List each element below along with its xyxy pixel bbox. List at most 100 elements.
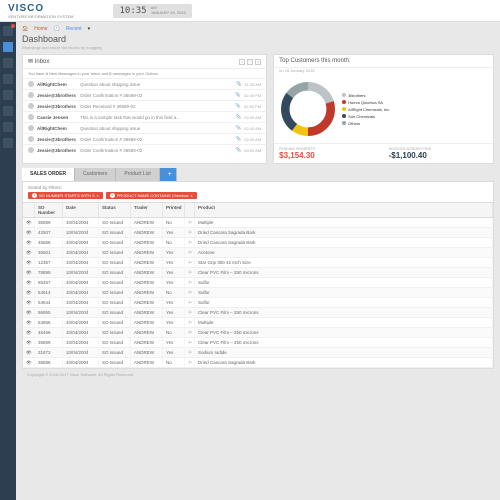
inbox-row[interactable]: Jessie@3brothersOrder Confirmation # 365… [23,89,266,100]
table-row[interactable]: 👁1236710/04/2004SO IssuedANDREWYes⚐Star … [23,258,493,268]
row-eye-icon[interactable]: 👁 [23,308,35,317]
table-row[interactable]: 👁7889910/04/2004SO IssuedANDREWYes⚐Clear… [23,268,493,278]
column-header[interactable]: SO Number [35,203,63,217]
crumb-home[interactable]: Home [34,26,47,32]
panel-close-icon[interactable]: × [255,59,261,65]
row-flag-icon: ⚐ [185,358,195,367]
donut-chart [278,79,338,139]
row-eye-icon[interactable]: 👁 [23,218,35,227]
chip-close-icon[interactable]: × [190,193,192,198]
row-eye-icon[interactable]: 👁 [23,298,35,307]
row-flag-icon: ⚐ [185,238,195,247]
chevron-down-icon[interactable]: ▾ [88,26,91,32]
row-eye-icon[interactable]: 👁 [23,358,35,367]
avatar [28,136,34,142]
tab-product-list[interactable]: Product List [116,168,159,181]
inbox-sender: Cassie Jensen [37,115,77,120]
row-eye-icon[interactable]: 👁 [23,318,35,327]
row-eye-icon[interactable]: 👁 [23,328,35,337]
chip-close-icon[interactable]: × [96,193,98,198]
row-eye-icon[interactable]: 👁 [23,288,35,297]
legend-item: Hueva Qucmica SA [342,100,389,105]
table-row[interactable]: 👁4250710/04/2004SO IssuedANDREWYes⚐Dried… [23,228,493,238]
row-eye-icon[interactable]: 👁 [23,248,35,257]
inbox-row[interactable]: Jessie@3brothersOrder Confirmation # 365… [23,144,266,155]
table-row[interactable]: 👁4566810/04/2004SO IssuedANDREWNo⚐Dried … [23,238,493,248]
logo: VISCO VENTURE INFORMATION SYSTEM [8,3,73,19]
filter-chip[interactable]: 2PRODUCT NAME CONTAINS Chemical× [106,192,197,199]
inbox-row[interactable]: AllRightChemQuestion about shipping issu… [23,122,266,133]
panel-maximize-icon[interactable]: ⛶ [247,59,253,65]
column-header[interactable]: Trader [131,203,163,217]
footer-copyright: Copyright © 2016-2017 Visco Software. Al… [22,369,494,380]
page-title: Dashboard [22,34,494,44]
sidebar-item-reports[interactable] [3,106,13,116]
table-row[interactable]: 👁5491410/04/2004SO IssuedANDREWNo⚐Sulfur [23,288,493,298]
table-row[interactable]: 👁5685510/04/2004SO IssuedANDREWYes⚐Clear… [23,308,493,318]
tab-add-button[interactable]: + [160,168,177,181]
avatar [28,81,34,87]
legend-item: Sun Chemicals [342,114,389,119]
sidebar-item-mail[interactable] [3,74,13,84]
row-eye-icon[interactable]: 👁 [23,258,35,267]
crumb-recent[interactable]: Recent [66,26,82,32]
sidebar-item-alerts[interactable] [3,26,13,36]
inbox-row[interactable]: Jessie@3brothersOrder Received # 36589-0… [23,100,266,111]
inbox-subject: Order Confirmation # 36589-02 [80,137,233,142]
row-eye-icon[interactable]: 👁 [23,278,35,287]
legend-item: Others [342,121,389,126]
table-row[interactable]: 👁3650110/04/2004SO IssuedANDREWYes⚐Aceto… [23,248,493,258]
column-header[interactable]: Status [99,203,131,217]
column-header[interactable] [23,203,35,217]
row-eye-icon[interactable]: 👁 [23,268,35,277]
inbox-title: Inbox [35,59,50,65]
attachment-icon: 📎 [236,125,242,131]
inbox-subject: Order Confirmation # 36589-02 [80,148,233,153]
sidebar-item-users[interactable] [3,90,13,100]
inbox-row[interactable]: Cassie JensenThis is a sample task that … [23,111,266,122]
tab-sales-order[interactable]: SALES ORDER [22,168,75,181]
column-header[interactable]: Date [63,203,99,217]
filter-chip[interactable]: 1SO NUMBER STARTS WITH 3× [28,192,103,199]
inbox-sender: Jessie@3brothers [37,104,77,109]
customers-subtitle: on 25 January 2015 [274,68,493,75]
table-row[interactable]: 👁3688810/04/2004SO IssuedANDREWNo⚐Dried … [23,358,493,368]
breadcrumb: 🏠 Home 🕐 Recent ▾ [22,26,494,32]
inbox-row[interactable]: AllRightChemQuestion about shipping issu… [23,78,266,89]
table-row[interactable]: 👁6545710/04/2004SO IssuedANDREWYes⚐Sulfu… [23,278,493,288]
column-header[interactable]: Product [195,203,493,217]
row-eye-icon[interactable]: 👁 [23,348,35,357]
column-header[interactable]: Printed [163,203,185,217]
tab-customers[interactable]: Customers [75,168,116,181]
inbox-sender: Jessie@3brothers [37,148,77,153]
table-row[interactable]: 👁5455610/04/2004SO IssuedANDREWYes⚐Multi… [23,318,493,328]
sidebar-item-dashboard[interactable] [3,42,13,52]
tab-bar: SALES ORDER Customers Product List + [22,168,494,181]
avatar [28,103,34,109]
inbox-time: 02:40 AM [244,126,261,131]
sidebar-item-charts[interactable] [3,122,13,132]
panel-minimize-icon[interactable]: – [239,59,245,65]
inbox-row[interactable]: Jessie@3brothersOrder Confirmation # 365… [23,133,266,144]
table-row[interactable]: 👁3588910/04/2004SO IssuedANDREWYes⚐Clear… [23,338,493,348]
table-row[interactable]: 👁5464410/04/2004SO IssuedANDREWYes⚐Sulfu… [23,298,493,308]
inbox-time: 11:30 AM [245,82,262,87]
page-subtitle: Rearrange and resize the blocks by dragg… [22,45,494,50]
clock-widget: 10:35 AM JANUARY 25, 2015 [113,4,191,18]
inbox-time: 02:40 AM [244,115,261,120]
sidebar-item-close[interactable] [3,138,13,148]
row-flag-icon: ⚐ [185,318,195,327]
row-eye-icon[interactable]: 👁 [23,228,35,237]
row-flag-icon: ⚐ [185,298,195,307]
main-content: 🏠 Home 🕐 Recent ▾ Dashboard Rearrange an… [16,22,500,500]
table-row[interactable]: 👁3187210/04/2004SO IssuedANDREWYes⚐Sodiu… [23,348,493,358]
inbox-subject: This is a sample task that would go in t… [80,115,233,120]
row-eye-icon[interactable]: 👁 [23,338,35,347]
data-grid: SO NumberDateStatusTraderPrintedProduct … [22,202,494,369]
column-header[interactable] [185,203,195,217]
row-eye-icon[interactable]: 👁 [23,238,35,247]
table-row[interactable]: 👁4645610/04/2004SO IssuedANDREWNo⚐Clear … [23,328,493,338]
table-row[interactable]: 👁3658910/04/2004SO IssuedANDREWNo⚐Multip… [23,218,493,228]
sidebar-item-orders[interactable] [3,58,13,68]
row-flag-icon: ⚐ [185,228,195,237]
